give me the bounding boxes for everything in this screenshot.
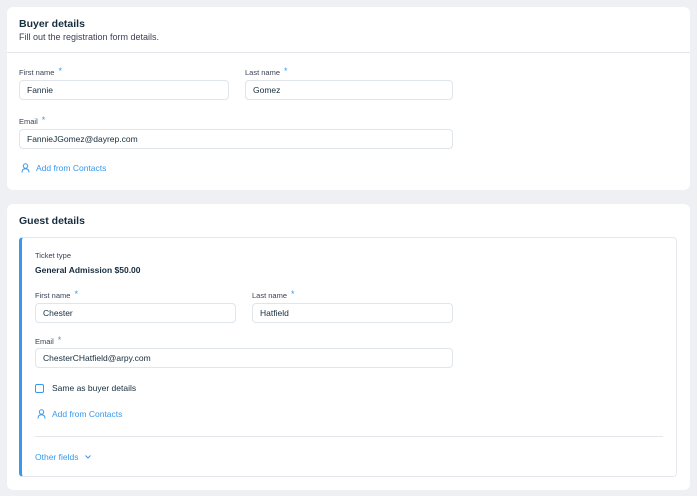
add-from-contacts-label: Add from Contacts: [36, 163, 107, 173]
add-from-contacts-label: Add from Contacts: [52, 409, 123, 419]
chevron-down-icon: [84, 452, 92, 462]
other-fields-divider: [35, 436, 663, 437]
guest-last-name-input[interactable]: Hatfield: [252, 303, 453, 323]
buyer-first-name-label: First name *: [19, 66, 62, 77]
required-mark: *: [58, 66, 62, 76]
other-fields-toggle[interactable]: Other fields: [35, 452, 92, 462]
buyer-details-title: Buyer details: [19, 18, 85, 30]
same-as-buyer-checkbox[interactable]: [35, 383, 44, 393]
person-icon: [21, 163, 30, 173]
guest-first-name-input[interactable]: Chester: [35, 303, 236, 323]
guest-ticket-panel: Ticket type General Admission $50.00 Fir…: [19, 237, 677, 477]
buyer-details-subtitle: Fill out the registration form details.: [19, 32, 160, 42]
other-fields-label: Other fields: [35, 452, 79, 462]
guest-email-label: Email *: [35, 335, 62, 346]
guest-details-title: Guest details: [19, 215, 85, 227]
buyer-add-from-contacts-link[interactable]: Add from Contacts: [21, 163, 106, 173]
buyer-header-divider: [7, 52, 690, 53]
ticket-type-value: General Admission $50.00: [35, 265, 141, 275]
required-mark: *: [291, 289, 295, 299]
buyer-last-name-label: Last name *: [245, 66, 288, 77]
same-as-buyer-row[interactable]: Same as buyer details: [35, 383, 136, 393]
buyer-last-name-input[interactable]: Gomez: [245, 80, 453, 100]
guest-last-name-label: Last name *: [252, 289, 295, 300]
required-mark: *: [41, 115, 46, 125]
same-as-buyer-label: Same as buyer details: [52, 383, 137, 393]
guest-add-from-contacts-link[interactable]: Add from Contacts: [37, 409, 122, 419]
guest-first-name-label: First name *: [35, 289, 78, 300]
person-icon: [37, 409, 46, 419]
buyer-email-input[interactable]: FannieJGomez@dayrep.com: [19, 129, 453, 149]
buyer-first-name-input[interactable]: Fannie: [19, 80, 229, 100]
buyer-details-card: Buyer details Fill out the registration …: [7, 7, 690, 190]
guest-details-card: Guest details Ticket type General Admiss…: [7, 204, 690, 490]
ticket-type-label: Ticket type: [35, 251, 71, 260]
buyer-email-label: Email *: [19, 115, 46, 126]
required-mark: *: [284, 66, 288, 76]
required-mark: *: [57, 335, 62, 345]
guest-email-input[interactable]: ChesterCHatfield@arpy.com: [35, 348, 453, 368]
required-mark: *: [74, 289, 78, 299]
